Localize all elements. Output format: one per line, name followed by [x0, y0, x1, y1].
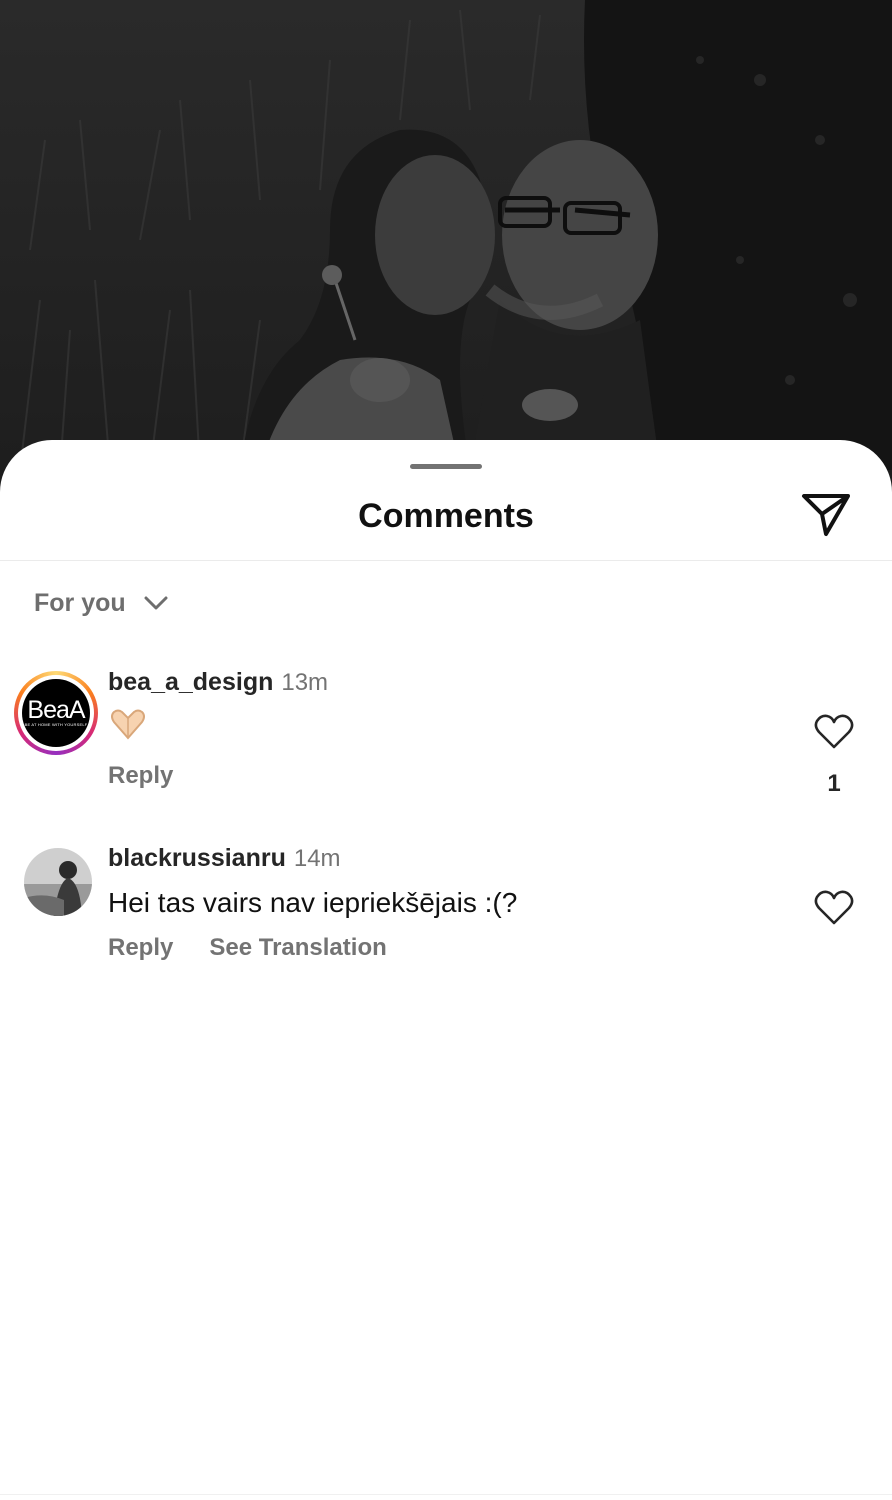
comment-header: blackrussianru 14m — [108, 844, 341, 880]
see-translation-button[interactable]: See Translation — [209, 934, 386, 962]
heart-hands-emoji — [111, 709, 145, 740]
reply-button[interactable]: Reply — [108, 934, 173, 962]
screen: Comments For you BeaA BE AT HOME WITH YO… — [0, 0, 892, 1500]
comment-actions: Reply See Translation — [108, 934, 387, 962]
like-button[interactable] — [814, 890, 854, 926]
share-button[interactable] — [800, 490, 852, 538]
comment-text — [108, 708, 148, 742]
avatar[interactable] — [24, 848, 92, 916]
avatar-logo-text: BeaA — [27, 696, 85, 724]
comment-actions: Reply — [108, 762, 173, 790]
like-count: 1 — [827, 770, 841, 797]
comment-username[interactable]: blackrussianru — [108, 844, 286, 873]
sheet-title: Comments — [358, 497, 534, 535]
paper-plane-icon — [802, 494, 850, 536]
sort-label: For you — [34, 588, 126, 617]
comment-timestamp: 13m — [281, 669, 329, 696]
chevron-down-icon — [144, 596, 168, 610]
heart-icon — [814, 714, 854, 749]
comments-sheet: Comments For you BeaA BE AT HOME WITH YO… — [0, 440, 892, 1500]
avatar-logo-tagline: BE AT HOME WITH YOURSELF — [24, 722, 88, 727]
heart-icon — [814, 890, 854, 925]
comment-timestamp: 14m — [293, 845, 341, 872]
comment-text: Hei tas vairs nav iepriekšējais :(? — [108, 887, 518, 918]
avatar-photo-image — [24, 848, 92, 916]
header-divider — [0, 560, 892, 561]
post-photo-background — [0, 0, 892, 470]
sort-dropdown[interactable]: For you — [34, 586, 168, 620]
comment-header: bea_a_design 13m — [108, 668, 328, 704]
bottom-divider — [0, 1494, 892, 1495]
reply-button[interactable]: Reply — [108, 762, 173, 790]
post-photo-image — [0, 0, 892, 470]
sheet-grabber[interactable] — [410, 464, 482, 469]
avatar-story-ring[interactable]: BeaA BE AT HOME WITH YOURSELF — [14, 671, 98, 755]
like-button[interactable] — [814, 714, 854, 750]
comment-username[interactable]: bea_a_design — [108, 668, 273, 697]
avatar: BeaA BE AT HOME WITH YOURSELF — [22, 679, 90, 747]
